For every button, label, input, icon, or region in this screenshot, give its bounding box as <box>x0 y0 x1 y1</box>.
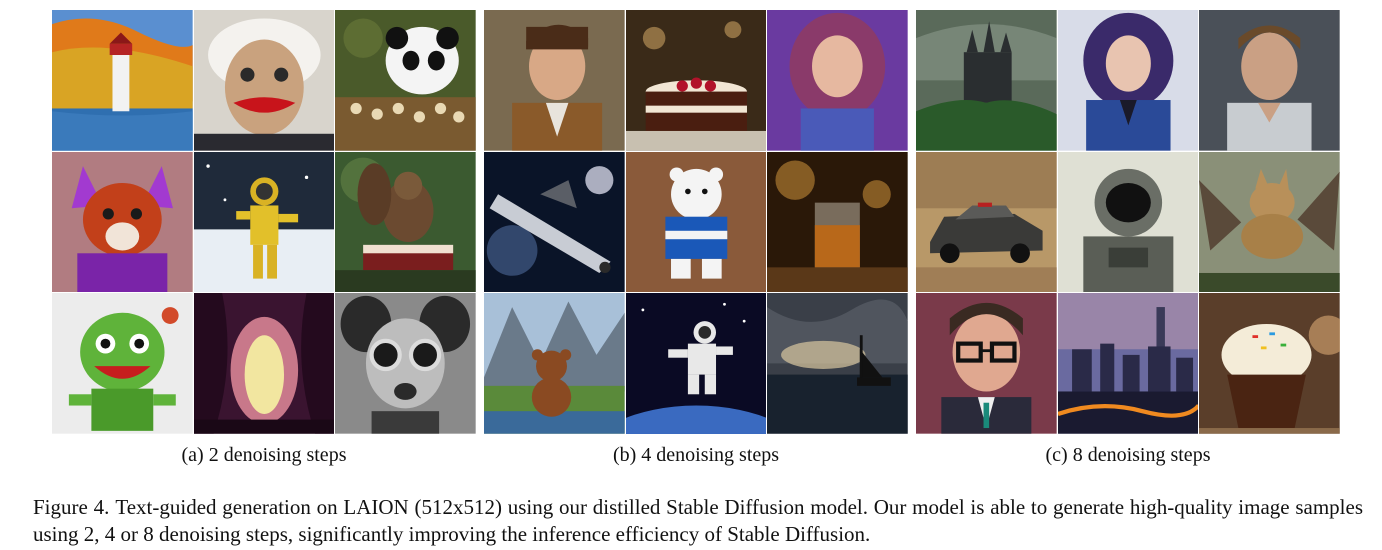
tile-woman-blue-jacket <box>1057 10 1199 151</box>
tile-teddy-bear-mountains <box>484 293 625 434</box>
tile-astronaut-snow <box>193 151 335 293</box>
panel-c-image-grid <box>916 10 1340 434</box>
tile-astronaut-space <box>625 293 767 434</box>
tile-mouse-goggles <box>335 293 476 434</box>
tile-astronaut-helmet <box>1057 151 1199 293</box>
tile-knitted-einstein <box>193 10 335 151</box>
tile-panda-chess <box>335 10 476 151</box>
subcaption-a: (a) 2 denoising steps <box>181 444 347 466</box>
tile-purple-fox <box>52 151 193 293</box>
tile-ship-storm <box>767 293 908 434</box>
tile-castle <box>916 10 1057 151</box>
tile-cupcake <box>1199 293 1340 434</box>
tile-city-night <box>1057 293 1199 434</box>
tile-winged-wolf <box>1199 151 1340 293</box>
figure-caption-text: Text-guided generation on LAION (512x512… <box>33 495 1364 546</box>
tile-man-portrait-beard <box>1199 10 1340 151</box>
tile-cake <box>625 10 767 151</box>
figure-label: Figure 4. <box>33 495 110 519</box>
subcaption-c: (c) 8 denoising steps <box>1045 444 1211 466</box>
tile-woman-portrait <box>767 10 908 151</box>
panel-b-image-grid <box>484 10 908 434</box>
subcaption-b: (b) 4 denoising steps <box>612 444 780 466</box>
figure-caption: Figure 4. Text-guided generation on LAION… <box>33 494 1363 548</box>
tile-man-glasses <box>916 293 1057 434</box>
tile-police-car <box>916 151 1057 293</box>
tile-man-portrait <box>484 10 625 151</box>
tile-whiskey-glass <box>767 151 908 293</box>
tile-lighthouse <box>52 10 193 151</box>
tile-squirrel-cake <box>335 151 476 293</box>
tile-green-plush-monster <box>52 293 193 434</box>
tile-purple-forest-cave <box>193 293 335 434</box>
tile-polar-bear-sweater <box>625 151 767 293</box>
panel-a-image-grid <box>52 10 476 434</box>
tile-spaceship <box>484 151 625 293</box>
